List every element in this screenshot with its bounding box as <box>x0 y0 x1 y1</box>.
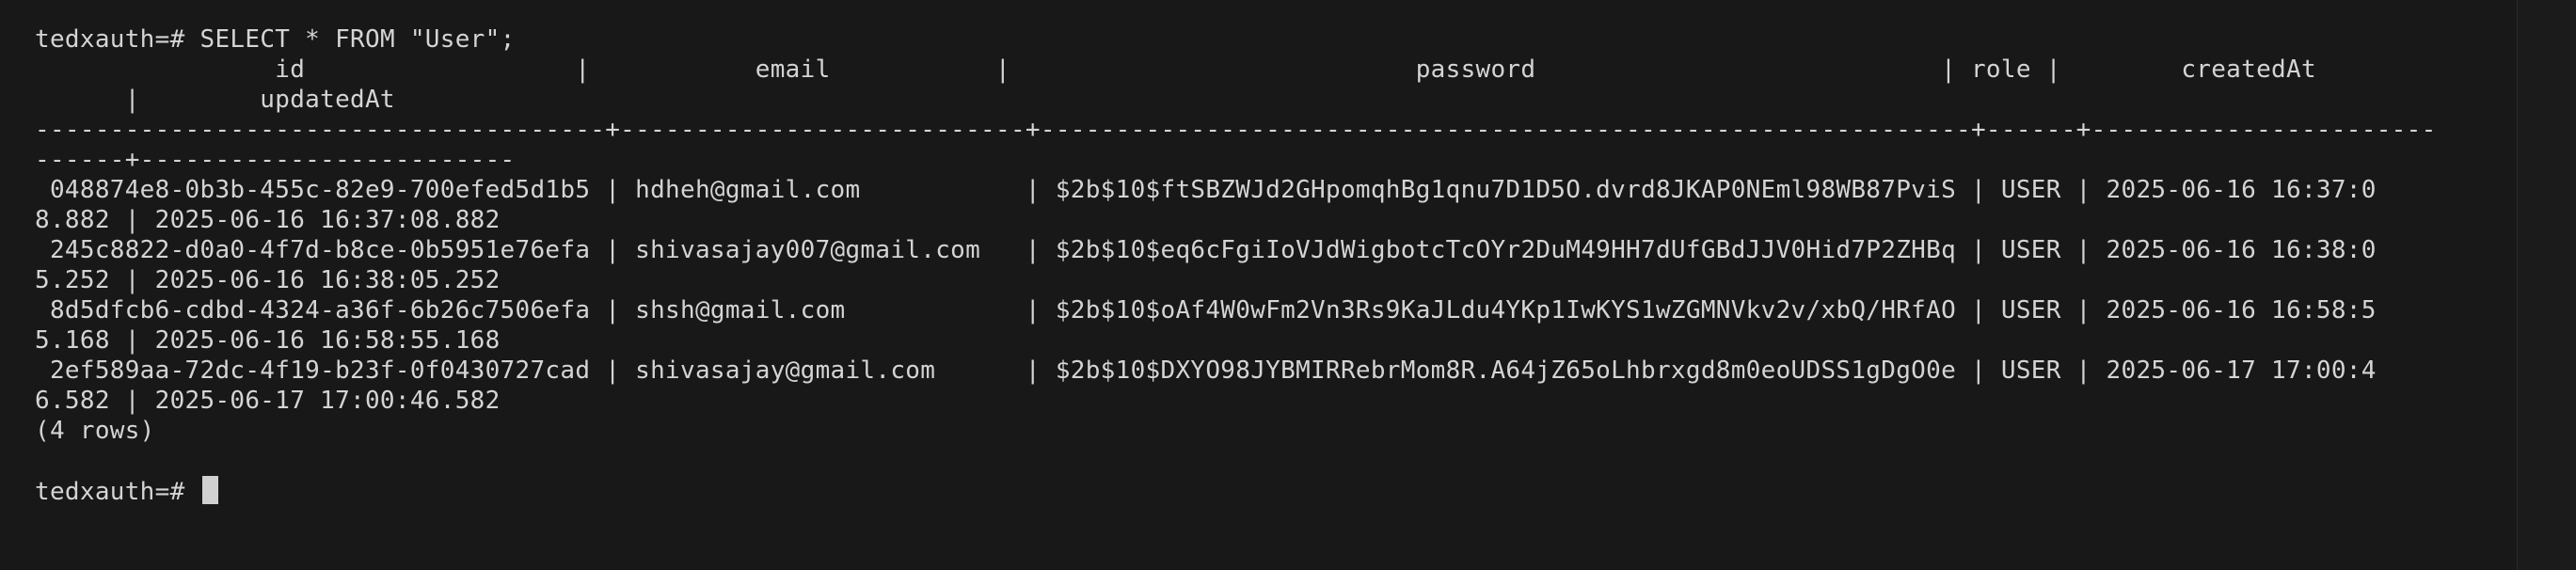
table-separator-line-1: --------------------------------------+-… <box>35 116 2437 144</box>
table-separator-line-2: ------+------------------------- <box>35 146 516 174</box>
prompt: tedxauth=# <box>35 25 200 54</box>
scrollbar-track[interactable] <box>2517 0 2576 570</box>
terminal-window[interactable]: tedxauth=# SELECT * FROM "User"; id | em… <box>0 0 2576 570</box>
table-header-line-1: id | email | password | role | createdAt <box>35 55 2316 84</box>
text-cursor <box>201 476 218 504</box>
table-row-line-1: 245c8822-d0a0-4f7d-b8ce-0b5951e76efa | s… <box>35 236 2377 264</box>
table-row-line-2: 5.168 | 2025-06-16 16:58:55.168 <box>35 326 501 355</box>
table-row-line-2: 6.582 | 2025-06-17 17:00:46.582 <box>35 387 501 415</box>
row-count: (4 rows) <box>35 417 155 445</box>
table-row-line-1: 048874e8-0b3b-455c-82e9-700efed5d1b5 | h… <box>35 176 2377 204</box>
table-header-line-2: | updatedAt <box>35 86 395 114</box>
table-row-line-1: 8d5dfcb6-cdbd-4324-a36f-6b26c7506efa | s… <box>35 296 2377 325</box>
table-row-line-1: 2ef589aa-72dc-4f19-b23f-0f0430727cad | s… <box>35 356 2377 385</box>
table-row-line-2: 5.252 | 2025-06-16 16:38:05.252 <box>35 266 501 294</box>
command-line: tedxauth=# SELECT * FROM "User"; <box>35 24 2576 55</box>
table-row-line-2: 8.882 | 2025-06-16 16:37:08.882 <box>35 206 501 234</box>
input-line[interactable]: tedxauth=# <box>35 476 2576 506</box>
sql-command: SELECT * FROM "User"; <box>199 25 516 54</box>
final-prompt: tedxauth=# <box>35 478 200 506</box>
